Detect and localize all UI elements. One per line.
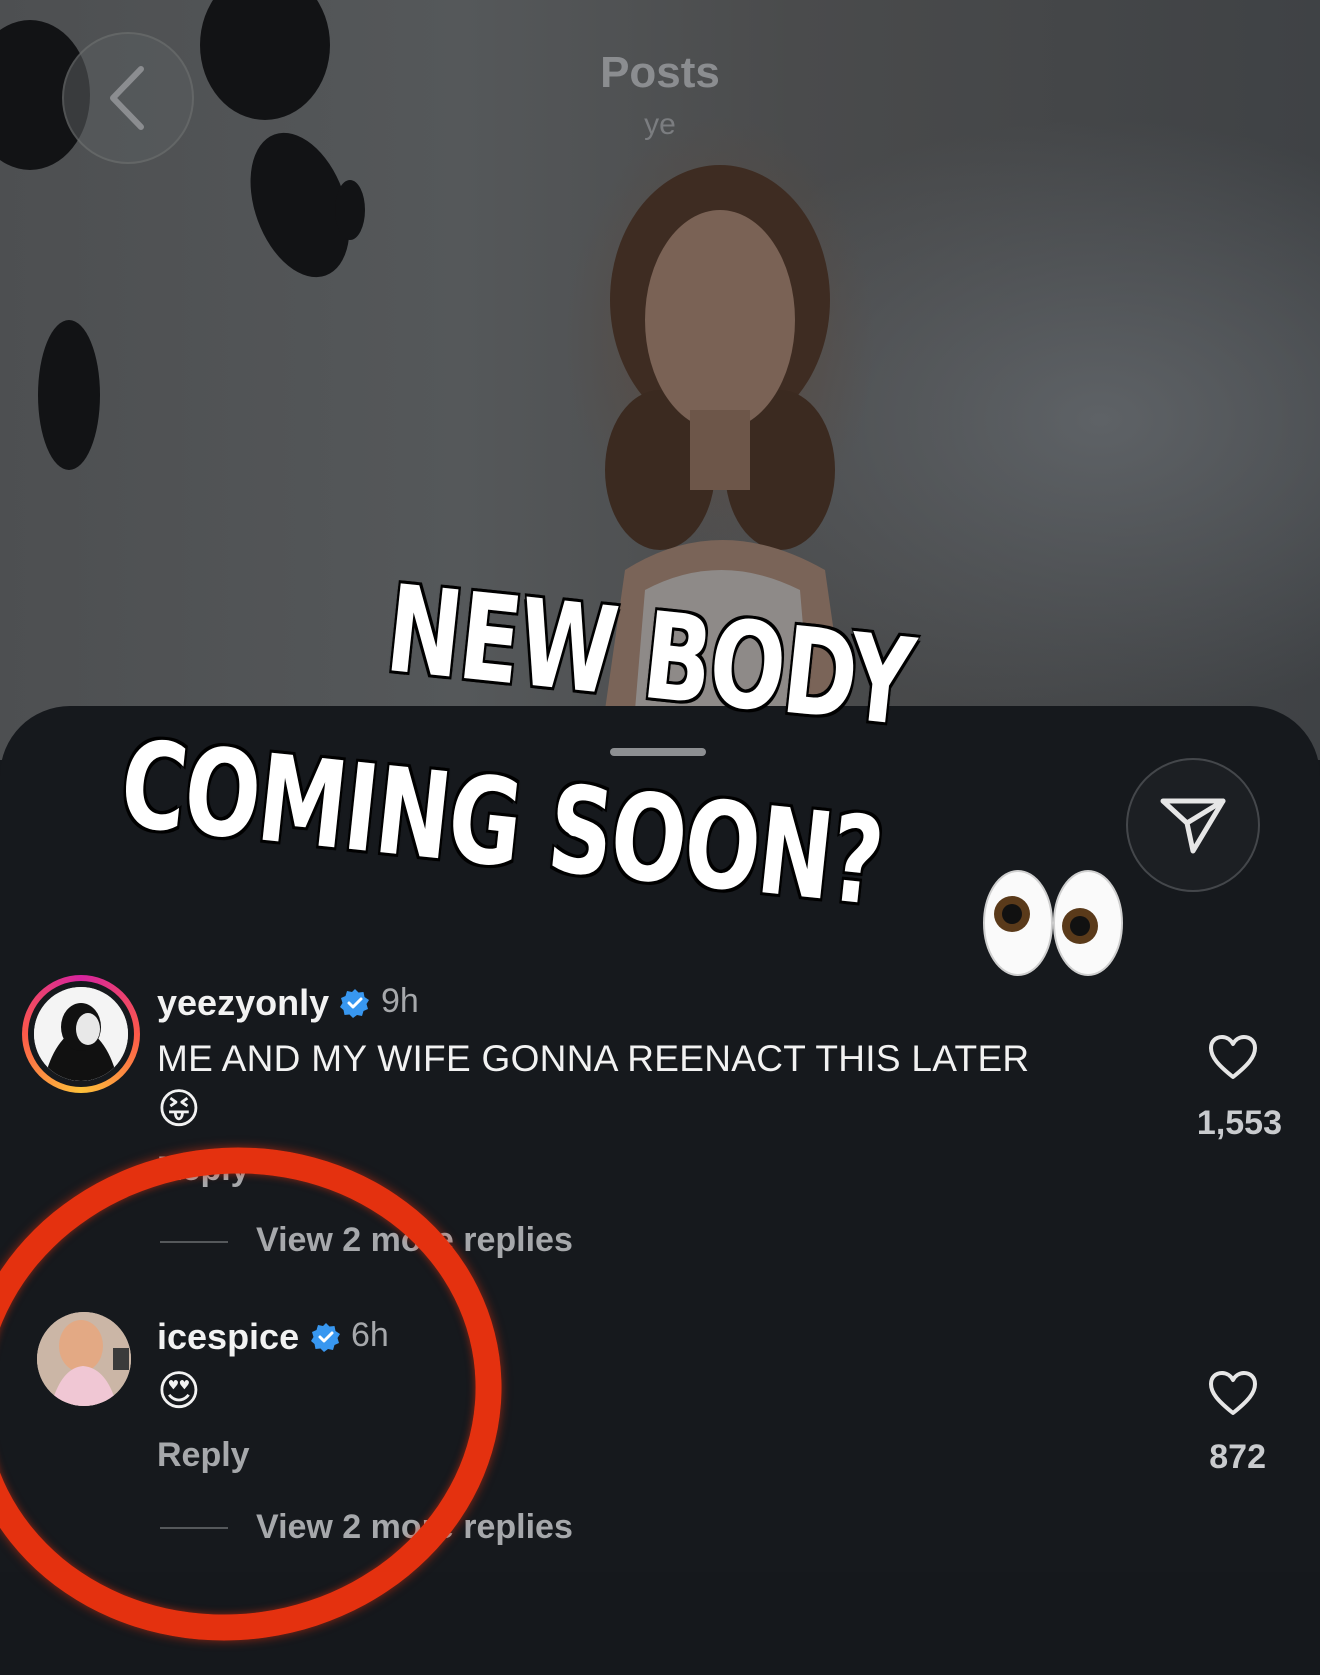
comment-emoji: 😝: [157, 1085, 202, 1132]
like-count: 872: [1209, 1438, 1266, 1476]
avatar-story-ring[interactable]: [22, 975, 140, 1093]
send-icon: [1160, 798, 1226, 854]
share-button[interactable]: [1126, 758, 1260, 892]
page-subtitle: ye: [644, 108, 676, 141]
like-count: 1,553: [1196, 1104, 1282, 1142]
cow-spot: [38, 320, 100, 470]
comment-username[interactable]: yeezyonly: [157, 982, 329, 1024]
masked-figure-avatar: [34, 987, 128, 1081]
avatar: [34, 987, 128, 1081]
page-title: Posts: [600, 48, 720, 97]
top-bar: Posts ye: [0, 0, 1320, 170]
eyes-emoji: [983, 870, 1123, 976]
comment-time: 9h: [381, 982, 419, 1020]
heart-icon[interactable]: [1208, 1370, 1258, 1416]
sheet-grabber[interactable]: [610, 748, 706, 756]
overlay-mark: o: [566, 810, 585, 843]
comment-text: ME AND MY WIFE GONNA REENACT THIS LATER: [157, 1038, 1030, 1079]
verified-badge-icon: [340, 989, 369, 1018]
cow-spot: [335, 180, 365, 240]
heart-icon[interactable]: [1208, 1034, 1258, 1080]
